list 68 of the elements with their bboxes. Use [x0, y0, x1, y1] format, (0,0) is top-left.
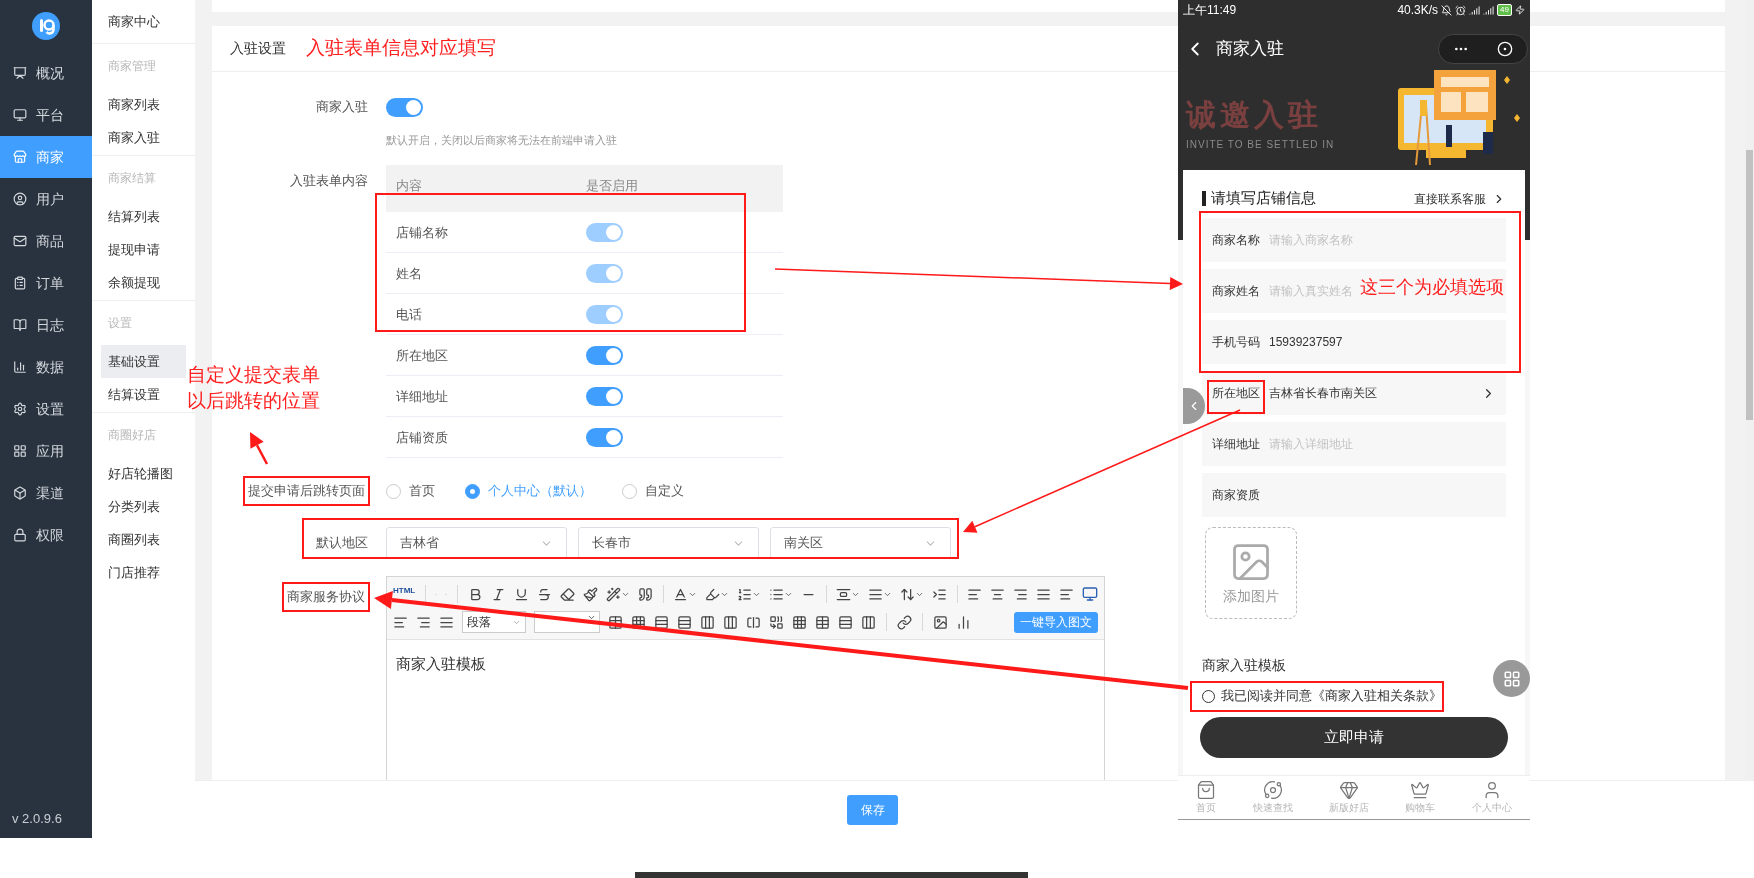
contact-link[interactable]: 直接联系客服 [1414, 189, 1486, 208]
form-label: 入驻表单内容 [290, 172, 368, 190]
annotation-note: 自定义提交表单以后跳转的位置 [187, 363, 321, 413]
region-picker[interactable]: 所在地区 吉林省长春市南关区 [1202, 371, 1506, 415]
form-label: 商家入驻 [316, 98, 368, 117]
subnav-title: 商家中心 [108, 12, 160, 31]
sidebar-item[interactable]: 日志 [0, 304, 92, 346]
region-select[interactable]: 南关区 [770, 527, 951, 559]
sidebar-item[interactable]: 商品 [0, 220, 92, 262]
status-time: 上午11:49 [1183, 2, 1237, 19]
subnav-item[interactable]: 商家列表 [101, 88, 186, 121]
form-row[interactable]: 商家资质 [1202, 473, 1506, 517]
banner-title: 诚邀入驻 [1186, 97, 1323, 133]
sidebar-item[interactable]: 概况 [0, 52, 92, 94]
sidebar-item[interactable]: 平台 [0, 94, 92, 136]
subnav-heading: 商家结算 [108, 170, 156, 187]
card-title: 入驻设置 [230, 39, 286, 58]
table-cell: 店铺名称 [396, 225, 448, 240]
sidebar-item[interactable]: 应用 [0, 430, 92, 472]
battery-indicator: 49 [1497, 4, 1512, 16]
table-cell: 店铺资质 [396, 430, 448, 445]
sidebar-item[interactable]: 用户 [0, 178, 92, 220]
subnav-item[interactable]: 门店推荐 [101, 556, 186, 589]
region-select[interactable]: 吉林省 [386, 527, 567, 559]
subnav-item[interactable]: 商家入驻 [101, 121, 186, 154]
table-cell: 姓名 [396, 266, 422, 281]
network-speed: 40.3K/s [1397, 2, 1439, 19]
form-label: 默认地区 [316, 534, 368, 553]
column-header: 是否启用 [586, 176, 638, 195]
subnav-item[interactable]: 余额提现 [101, 266, 186, 299]
subnav-item[interactable]: 商圈列表 [101, 523, 186, 556]
sidebar-item[interactable]: 设置 [0, 388, 92, 430]
radio-option[interactable]: 自定义 [622, 481, 684, 501]
table-cell: 电话 [396, 307, 422, 322]
subnav-heading: 设置 [108, 315, 132, 332]
subnav-item[interactable]: 基础设置 [101, 345, 186, 378]
form-label: 商家服务协议 [282, 582, 370, 612]
section-title: 请填写店铺信息 [1211, 188, 1316, 209]
sidebar-item[interactable]: 权限 [0, 514, 92, 556]
subnav-item[interactable]: 分类列表 [101, 490, 186, 523]
column-header: 内容 [395, 176, 423, 195]
subnav-item[interactable]: 好店轮播图 [101, 457, 186, 490]
table-cell: 所在地区 [396, 348, 448, 363]
sidebar-item[interactable]: 渠道 [0, 472, 92, 514]
annotation-note: 这三个为必填选项 [1360, 277, 1504, 297]
subnav-item[interactable]: 结算列表 [101, 200, 186, 233]
region-select[interactable]: 长春市 [578, 527, 759, 559]
table-cell: 详细地址 [396, 389, 448, 404]
subnav-item[interactable]: 结算设置 [101, 378, 186, 411]
sidebar-item[interactable]: 订单 [0, 262, 92, 304]
subnav-heading: 商圈好店 [108, 427, 156, 444]
html-source-button[interactable]: HTML [393, 586, 416, 596]
rich-text-editor[interactable]: HTML 段落 一键导入图文 商家入驻模板 [386, 576, 1105, 780]
banner-subtitle: INVITE TO BE SETTLED IN [1186, 138, 1335, 152]
form-label: 提交申请后跳转页面 [243, 476, 370, 506]
agreement-text[interactable]: 我已阅读并同意《商家入驻相关条款》 [1221, 687, 1442, 706]
subnav-item[interactable]: 提现申请 [101, 233, 186, 266]
hint-text: 默认开启，关闭以后商家将无法在前端申请入驻 [386, 134, 617, 146]
version-label: v 2.0.9.6 [12, 811, 62, 826]
input-field[interactable]: 手机号码 15939237597 [1202, 320, 1506, 364]
annotation-note: 入驻表单信息对应填写 [306, 36, 496, 61]
radio-option[interactable]: 首页 [386, 481, 435, 501]
editor-content: 商家入驻模板 [396, 655, 486, 672]
subnav-heading: 商家管理 [108, 58, 156, 75]
sidebar-item[interactable]: 数据 [0, 346, 92, 388]
submit-button[interactable]: 立即申请 [1200, 717, 1508, 758]
template-title: 商家入驻模板 [1202, 657, 1286, 673]
page-title: 商家入驻 [1216, 38, 1284, 61]
